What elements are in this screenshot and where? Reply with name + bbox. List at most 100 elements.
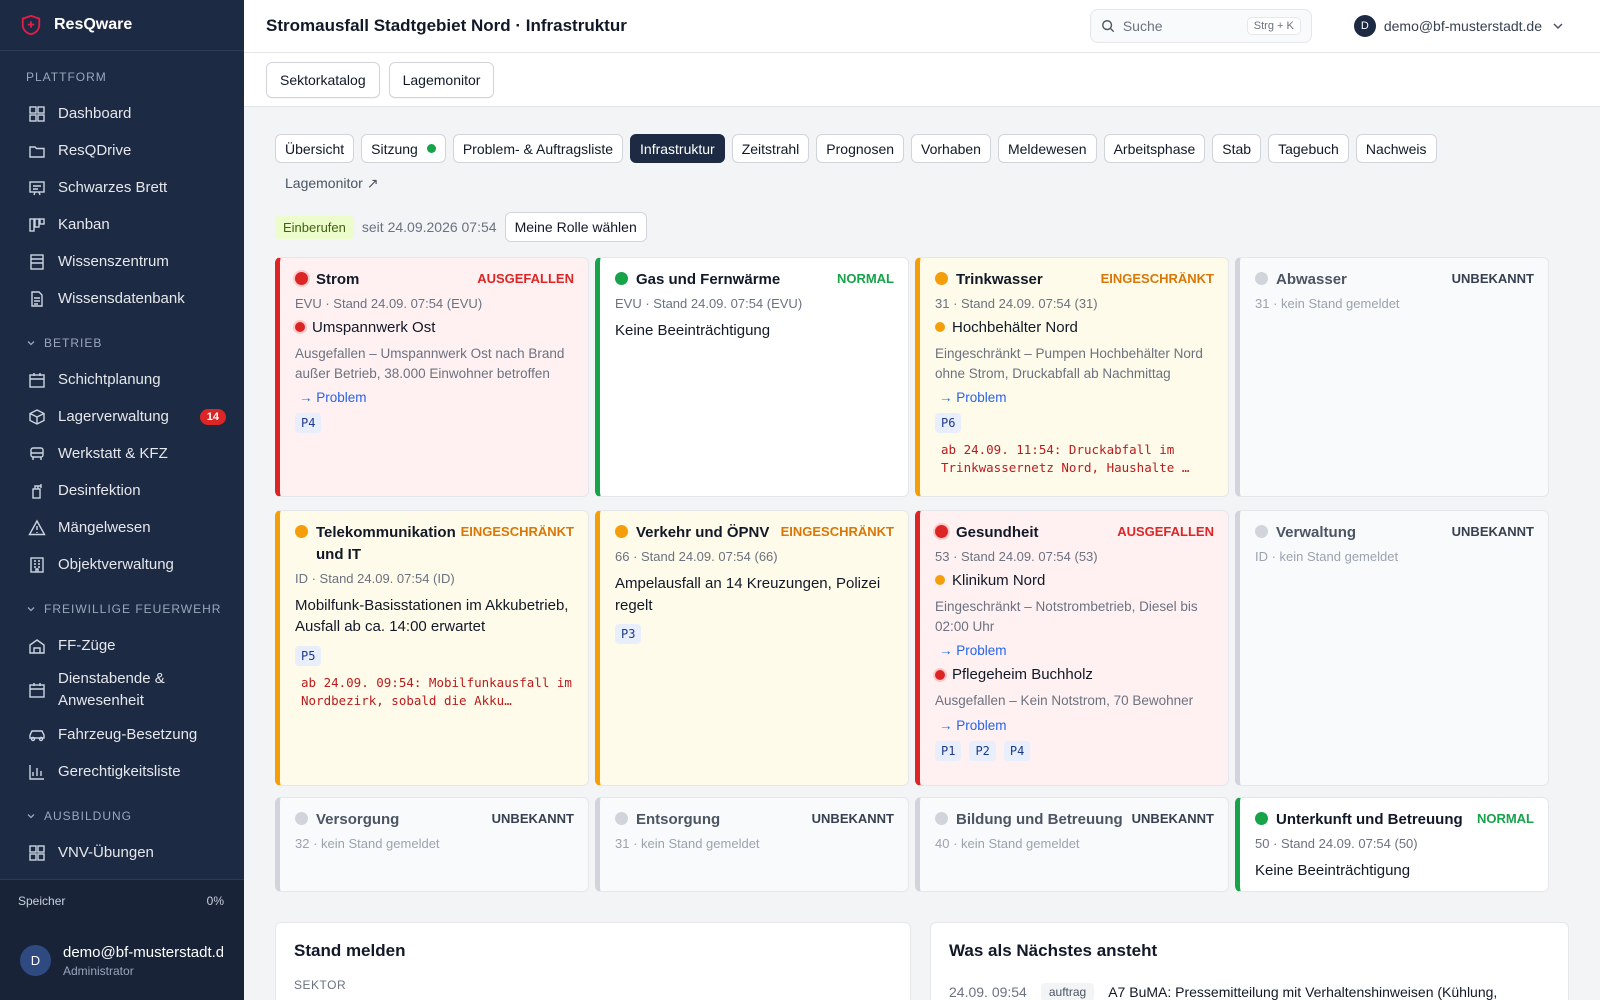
sector-card[interactable]: Strom AUSGEFALLEN EVU · Stand 24.09. 07:54… (275, 257, 589, 497)
card-title-wrap: Trinkwasser (935, 269, 1043, 291)
problem-tag[interactable]: P4 (295, 413, 322, 434)
choose-role-button[interactable]: Meine Rolle wählen (504, 212, 647, 242)
sector-name: Verkehr und ÖPNV (636, 524, 770, 541)
sidebar-item-fahrzeug-besetzung[interactable]: Fahrzeug-Besetzung (0, 716, 244, 753)
spray-icon (32, 483, 42, 499)
sidebar-item-resqdrive[interactable]: ResQDrive (0, 132, 244, 169)
lagemonitor-button[interactable]: Lagemonitor (388, 61, 495, 98)
sector-card[interactable]: Verkehr und ÖPNV EINGESCHRÄNKT 66 · Stand … (595, 510, 909, 786)
sidebar-item-wissensdatenbank[interactable]: Wissensdatenbank (0, 280, 244, 317)
sector-meta: 31 · kein Stand gemeldet (1255, 295, 1400, 311)
sidebar-item-dashboard[interactable]: Dashboard (0, 95, 244, 132)
next-panel: Was als Nächstes ansteht 24.09. 09:54 au… (930, 922, 1569, 1000)
tab-meldewesen[interactable]: Meldewesen (997, 134, 1097, 163)
topbar: Stromausfall Stadtgebiet Nord · Infrastr… (244, 0, 1600, 53)
sector-card[interactable]: Unterkunft und Betreuung NORMAL 50 · Stand… (1235, 797, 1549, 892)
card-header: Bildung und Betreuung UNBEKANNT (935, 809, 1214, 831)
sidebar-item-label: Schwarzes Brett (58, 178, 168, 196)
facility-name: Klinikum Nord (952, 571, 1046, 589)
sidebar-item-label: Schichtplanung (58, 370, 161, 388)
card-title-wrap: Telekommunikation und IT (295, 522, 461, 566)
sektorkatalog-button[interactable]: Sektorkatalog (266, 61, 380, 98)
tab-infrastruktur[interactable]: Infrastruktur (630, 134, 725, 163)
card-header: Unterkunft und Betreuung NORMAL (1255, 809, 1534, 831)
sector-name: Strom (316, 271, 360, 288)
problem-tag[interactable]: P5 (295, 646, 322, 666)
sector-status: AUSGEFALLEN (477, 271, 574, 286)
tab--bersicht[interactable]: Übersicht (275, 134, 355, 163)
nav-section-freiwillige-feuerwehr[interactable]: FREIWILLIGE FEUERWEHR (0, 591, 244, 627)
problem-link[interactable]: → Problem (939, 390, 1214, 405)
status-dot-icon (295, 272, 308, 285)
forecast-note: ab 24.09. 09:54: Mobilfunkausfall im Nor… (301, 675, 572, 709)
user-menu[interactable]: D demo@bf-musterstadt.de Administrator (0, 921, 244, 1000)
sidebar-item-dienstabende-anwesenheit[interactable]: Dienstabende & Anwesenheit (0, 664, 244, 716)
status-dot-icon (615, 812, 628, 825)
sidebar-item-gerechtigkeitsliste[interactable]: Gerechtigkeitsliste (0, 753, 244, 790)
sector-status: UNBEKANNT (811, 811, 894, 826)
sidebar-item-schwarzes-brett[interactable]: Schwarzes Brett (0, 169, 244, 206)
card-header: Telekommunikation und IT EINGESCHRÄNKT (295, 522, 574, 566)
nav-section-ausbildung[interactable]: AUSBILDUNG (0, 798, 244, 834)
calendar-icon (29, 372, 45, 388)
sector-card[interactable]: Versorgung UNBEKANNT 32 · kein Stand gemel… (275, 797, 589, 892)
problem-tags: P5 (295, 646, 574, 666)
document-icon (31, 290, 43, 307)
problem-tag[interactable]: P2 (969, 740, 996, 761)
status-dot-icon (295, 812, 308, 825)
tab-nachweis[interactable]: Nachweis (1355, 134, 1437, 163)
problem-tags: P1 P2 P4 (935, 740, 1214, 761)
tab-vorhaben[interactable]: Vorhaben (911, 134, 991, 163)
sector-card[interactable]: Gesundheit AUSGEFALLEN 53 · Stand 24.09. 0… (915, 510, 1229, 786)
search-input[interactable]: Suche Strg + K (1089, 9, 1312, 43)
lagemonitor-link[interactable]: Lagemonitor ↗ (285, 175, 378, 192)
sector-meta: 32 · kein Stand gemeldet (295, 835, 440, 851)
sector-card[interactable]: Entsorgung UNBEKANNT 31 · kein Stand gemel… (595, 797, 909, 892)
sector-card[interactable]: Abwasser UNBEKANNT 31 · kein Stand gemelde… (1235, 257, 1549, 497)
sidebar-item-m-ngelwesen[interactable]: Mängelwesen (0, 509, 244, 546)
problem-link[interactable]: → Problem (939, 643, 1214, 658)
sidebar-item-vnv-bungen[interactable]: VNV-Übungen (0, 834, 244, 871)
problem-tag[interactable]: P4 (1003, 740, 1031, 761)
tab-arbeitsphase[interactable]: Arbeitsphase (1103, 134, 1206, 163)
sector-card[interactable]: Verwaltung UNBEKANNT ID · kein Stand gemel… (1235, 510, 1549, 786)
tab-problem-auftragsliste[interactable]: Problem- & Auftragsliste (452, 134, 624, 163)
sector-card[interactable]: Telekommunikation und IT EINGESCHRÄNKT ID … (275, 510, 589, 786)
problem-tag[interactable]: P3 (615, 624, 642, 645)
sidebar-item-kanban[interactable]: Kanban (0, 206, 244, 243)
tab-prognosen[interactable]: Prognosen (816, 134, 905, 163)
problem-link[interactable]: → Problem (299, 390, 574, 405)
sidebar-item-label: Gerechtigkeitsliste (58, 762, 181, 780)
nav-section-betrieb[interactable]: BETRIEB (0, 325, 244, 361)
sidebar-item-wissenszentrum[interactable]: Wissenszentrum (0, 243, 244, 280)
bar-chart-icon (29, 764, 44, 780)
storage-indicator: Speicher 0% (0, 879, 244, 921)
status-dot-icon (615, 272, 628, 285)
nav-section-title: PLATTFORM (26, 70, 107, 84)
card-header: Versorgung UNBEKANNT (295, 809, 574, 831)
sector-status: AUSGEFALLEN (1117, 524, 1214, 539)
sidebar-item-objektverwaltung[interactable]: Objektverwaltung (0, 546, 244, 583)
building-icon (30, 556, 44, 573)
tab-sitzung[interactable]: Sitzung (361, 134, 446, 163)
sector-name: Bildung und Betreuung (956, 811, 1123, 828)
list-item[interactable]: 24.09. 09:54 auftrag A7 BuMA: Pressemitt… (949, 983, 1550, 1000)
sector-card[interactable]: Trinkwasser EINGESCHRÄNKT 31 · Stand 24.09… (915, 257, 1229, 497)
sidebar-item-werkstatt-kfz[interactable]: Werkstatt & KFZ (0, 435, 244, 472)
sidebar-item-lagerverwaltung[interactable]: Lagerverwaltung 14 (0, 398, 244, 435)
sidebar-item-desinfektion[interactable]: Desinfektion (0, 472, 244, 509)
sidebar-item-ff-z-ge[interactable]: FF-Züge (0, 627, 244, 664)
sidebar-item-schichtplanung[interactable]: Schichtplanung (0, 361, 244, 398)
tab-stab[interactable]: Stab (1212, 134, 1262, 163)
problem-link[interactable]: → Problem (939, 718, 1214, 733)
brand[interactable]: ResQware (0, 0, 244, 51)
account-email: demo@bf-musterstadt.de (1383, 18, 1542, 34)
problem-tag[interactable]: P1 (935, 740, 962, 761)
sector-card[interactable]: Gas und Fernwärme NORMAL EVU · Stand 24.09… (595, 257, 909, 497)
facility: Klinikum Nord (935, 572, 1214, 589)
account-menu[interactable]: D demo@bf-musterstadt.de (1353, 15, 1564, 37)
tab-tagebuch[interactable]: Tagebuch (1268, 134, 1349, 163)
tab-zeitstrahl[interactable]: Zeitstrahl (731, 134, 810, 163)
sector-card[interactable]: Bildung und Betreuung UNBEKANNT 40 · kein … (915, 797, 1229, 892)
problem-tag[interactable]: P6 (935, 413, 962, 434)
